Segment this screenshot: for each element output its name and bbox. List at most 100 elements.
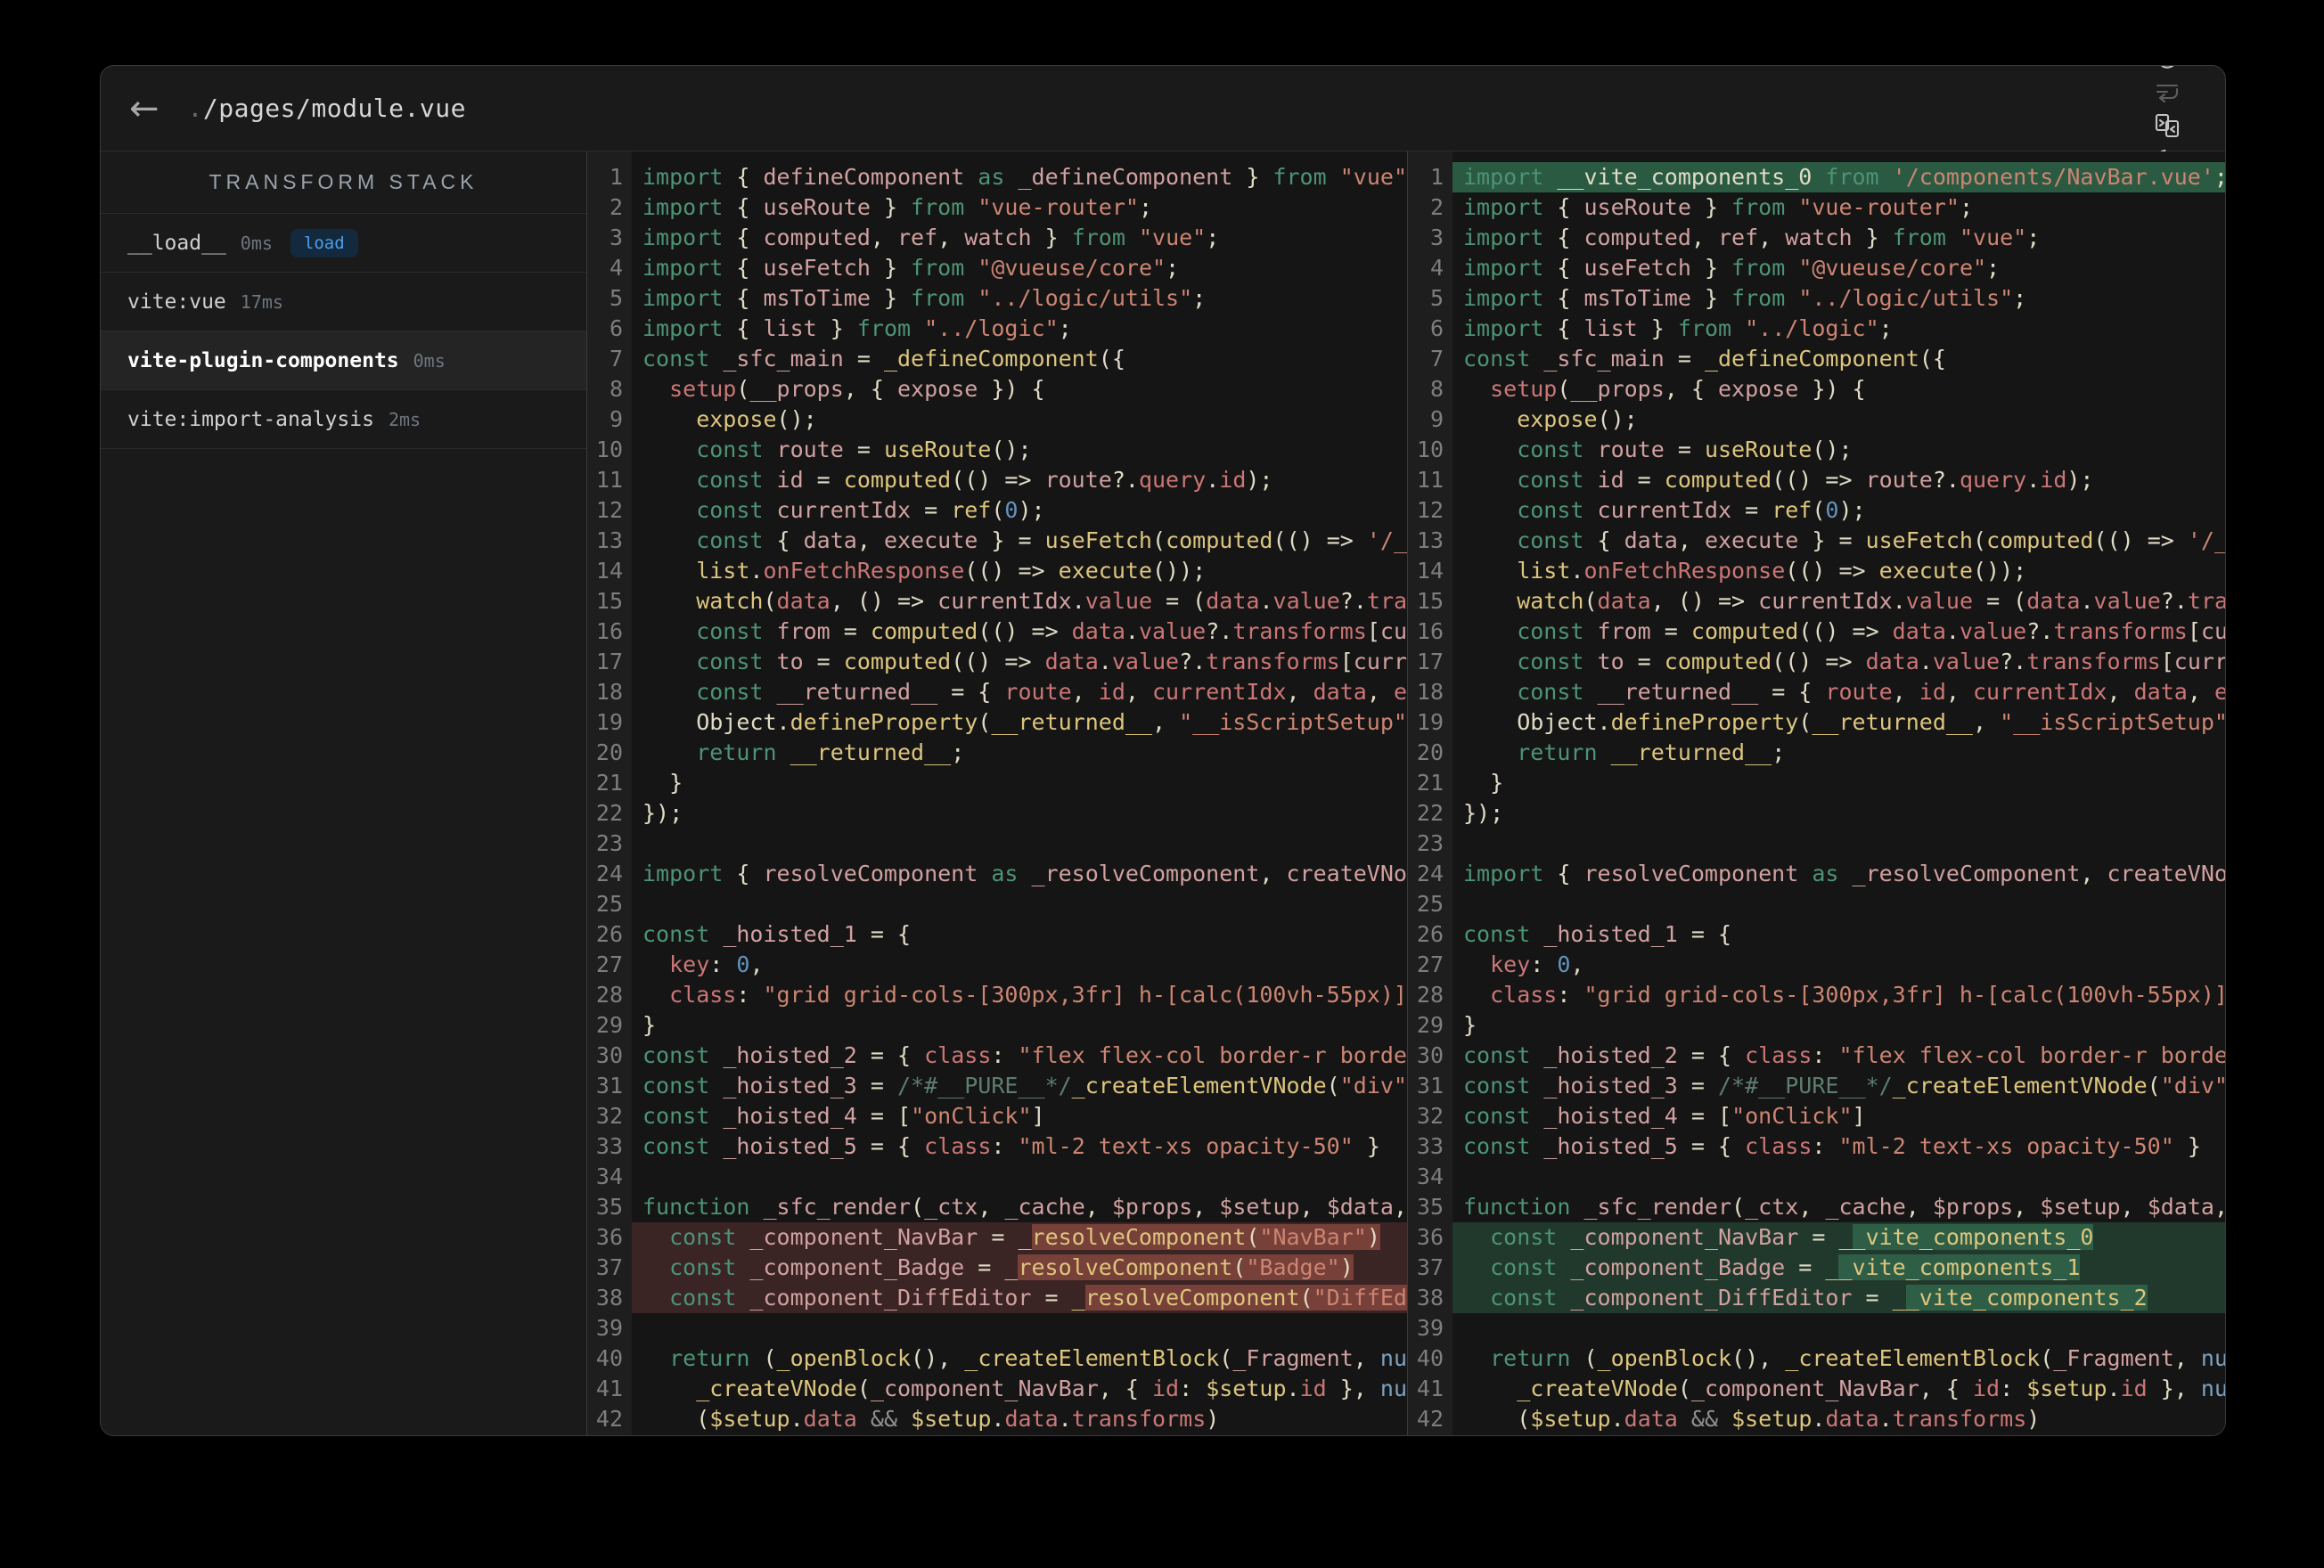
code-line: import { msToTime } from "../logic/utils… xyxy=(1463,285,2027,311)
line-number: 6 xyxy=(1429,315,1444,341)
code-line: Object.defineProperty(__returned__, "__i… xyxy=(642,709,1407,735)
line-number: 33 xyxy=(595,1133,623,1159)
line-number: 35 xyxy=(1416,1194,1444,1220)
plugin-item--load-[interactable]: __load__ 0ms load xyxy=(101,214,586,273)
line-number: 34 xyxy=(1416,1164,1444,1189)
code-line: } xyxy=(642,1012,657,1038)
line-number: 30 xyxy=(595,1042,623,1068)
line-number: 15 xyxy=(1416,588,1444,614)
plugin-name: vite:vue xyxy=(127,290,226,314)
code-line-diff: import __vite_components_0 from '/compon… xyxy=(1452,162,2225,192)
line-number: 19 xyxy=(595,709,623,735)
diff-panel-before: 1 2 3 4 5 6 7 8 9 10 11 12 13 14 15 16 17 18 19 20 21 22 23 24 2… xyxy=(587,151,1407,1435)
line-number: 1 xyxy=(609,164,623,190)
code-line: key: 0, xyxy=(642,951,764,977)
plugin-time: 0ms xyxy=(240,232,273,254)
line-number: 13 xyxy=(595,527,623,553)
code-line: const _hoisted_4 = ["onClick"] xyxy=(1463,1103,1866,1129)
code-line: list.onFetchResponse(() => execute()); xyxy=(642,558,1207,584)
code-line: } xyxy=(1463,770,1504,796)
line-number: 36 xyxy=(1416,1224,1444,1250)
code-line-diff: const _component_NavBar = _resolveCompon… xyxy=(632,1222,1407,1253)
line-number: 7 xyxy=(609,346,623,372)
transform-stack-header: TRANSFORM STACK xyxy=(101,151,586,214)
back-button[interactable]: ← xyxy=(129,91,160,127)
code-line: const __returned__ = { route, id, curren… xyxy=(642,679,1407,705)
code-line-diff: const _component_DiffEditor = __vite_com… xyxy=(1452,1283,2225,1313)
plugin-item-vite-import-analysis[interactable]: vite:import-analysis 2ms xyxy=(101,390,586,449)
diff-panel-after: 1 2 3 4 5 6 7 8 9 10 11 12 13 14 15 16 17 18 19 20 21 22 23 24 2… xyxy=(1407,151,2226,1435)
code-line: expose(); xyxy=(1463,406,1638,432)
line-number: 3 xyxy=(609,225,623,250)
code-line: Object.defineProperty(__returned__, "__i… xyxy=(1463,709,2226,735)
code-line: import { list } from "../logic"; xyxy=(642,315,1072,341)
line-number: 3 xyxy=(1429,225,1444,250)
line-number: 16 xyxy=(595,618,623,644)
line-number: 8 xyxy=(1429,376,1444,402)
plugin-item-vite-vue[interactable]: vite:vue 17ms xyxy=(101,273,586,331)
line-number: 17 xyxy=(595,649,623,674)
code-line: function _sfc_render(_ctx, _cache, $prop… xyxy=(1463,1194,2225,1220)
plugin-item-vite-plugin-components[interactable]: vite-plugin-components 0ms xyxy=(101,331,586,390)
line-number: 18 xyxy=(595,679,623,705)
line-number: 5 xyxy=(609,285,623,311)
code-line: const _sfc_main = _defineComponent({ xyxy=(1463,346,1946,372)
line-number: 29 xyxy=(1416,1012,1444,1038)
line-number: 5 xyxy=(1429,285,1444,311)
code-line: const _hoisted_5 = { class: "ml-2 text-x… xyxy=(642,1133,1380,1159)
line-number: 39 xyxy=(1416,1315,1444,1341)
code-line: return __returned__; xyxy=(642,739,965,765)
line-number: 33 xyxy=(1416,1133,1444,1159)
inline-diff-icon[interactable] xyxy=(2150,75,2184,109)
code-line: expose(); xyxy=(642,406,817,432)
code-line: const from = computed(() => data.value?.… xyxy=(1463,618,2225,644)
code-line: import { list } from "../logic"; xyxy=(1463,315,1893,341)
main-area: TRANSFORM STACK __load__ 0ms load vite:vue 1… xyxy=(101,151,2225,1435)
code-line-diff: const _component_Badge = _resolveCompone… xyxy=(632,1253,1407,1283)
line-number: 38 xyxy=(595,1285,623,1311)
line-number: 15 xyxy=(595,588,623,614)
code-line: import { defineComponent as _defineCompo… xyxy=(642,164,1407,190)
line-number: 27 xyxy=(1416,951,1444,977)
side-by-side-icon[interactable] xyxy=(2150,109,2184,143)
code-line: watch(data, () => currentIdx.value = (da… xyxy=(1463,588,2225,614)
code-line: setup(__props, { expose }) { xyxy=(1463,376,1866,402)
line-number: 2 xyxy=(1429,194,1444,220)
code-line: setup(__props, { expose }) { xyxy=(642,376,1045,402)
code-line: return (_openBlock(), _createElementBloc… xyxy=(642,1345,1407,1371)
code-line: import { useFetch } from "@vueuse/core"; xyxy=(1463,255,2001,281)
code-line: import { resolveComponent as _resolveCom… xyxy=(642,861,1407,886)
line-number: 26 xyxy=(595,921,623,947)
code-after[interactable]: import __vite_components_0 from '/compon… xyxy=(1452,151,2226,1435)
code-line-diff: const _component_NavBar = __vite_compone… xyxy=(1452,1222,2225,1253)
line-number: 10 xyxy=(1416,437,1444,462)
code-line: import { computed, ref, watch } from "vu… xyxy=(1463,225,2041,250)
line-number: 42 xyxy=(1416,1406,1444,1432)
code-line: function _sfc_render(_ctx, _cache, $prop… xyxy=(642,1194,1407,1220)
code-line: const _hoisted_2 = { class: "flex flex-c… xyxy=(642,1042,1407,1068)
line-number: 11 xyxy=(595,467,623,493)
code-line: const _hoisted_3 = /*#__PURE__*/_createE… xyxy=(1463,1073,2226,1098)
titlebar: ← ./pages/module.vue xyxy=(101,66,2225,171)
line-number: 34 xyxy=(595,1164,623,1189)
line-number: 2 xyxy=(609,194,623,220)
line-number: 4 xyxy=(1429,255,1444,281)
code-line: const route = useRoute(); xyxy=(642,437,1032,462)
code-line-diff: const _component_DiffEditor = _resolveCo… xyxy=(632,1283,1407,1313)
line-number: 39 xyxy=(595,1315,623,1341)
refresh-icon[interactable] xyxy=(2150,66,2184,75)
line-number: 6 xyxy=(609,315,623,341)
code-line: import { useFetch } from "@vueuse/core"; xyxy=(642,255,1180,281)
code-line: import { resolveComponent as _resolveCom… xyxy=(1463,861,2225,886)
line-number: 36 xyxy=(595,1224,623,1250)
plugin-name: __load__ xyxy=(127,231,226,255)
module-path: ./pages/module.vue xyxy=(188,94,466,123)
code-before[interactable]: import { defineComponent as _defineCompo… xyxy=(632,151,1407,1435)
code-line: class: "grid grid-cols-[300px,3fr] h-[ca… xyxy=(642,982,1407,1008)
inspect-window: ← ./pages/module.vue TRANSFORM STACK __l… xyxy=(100,65,2226,1436)
line-number: 20 xyxy=(1416,739,1444,765)
